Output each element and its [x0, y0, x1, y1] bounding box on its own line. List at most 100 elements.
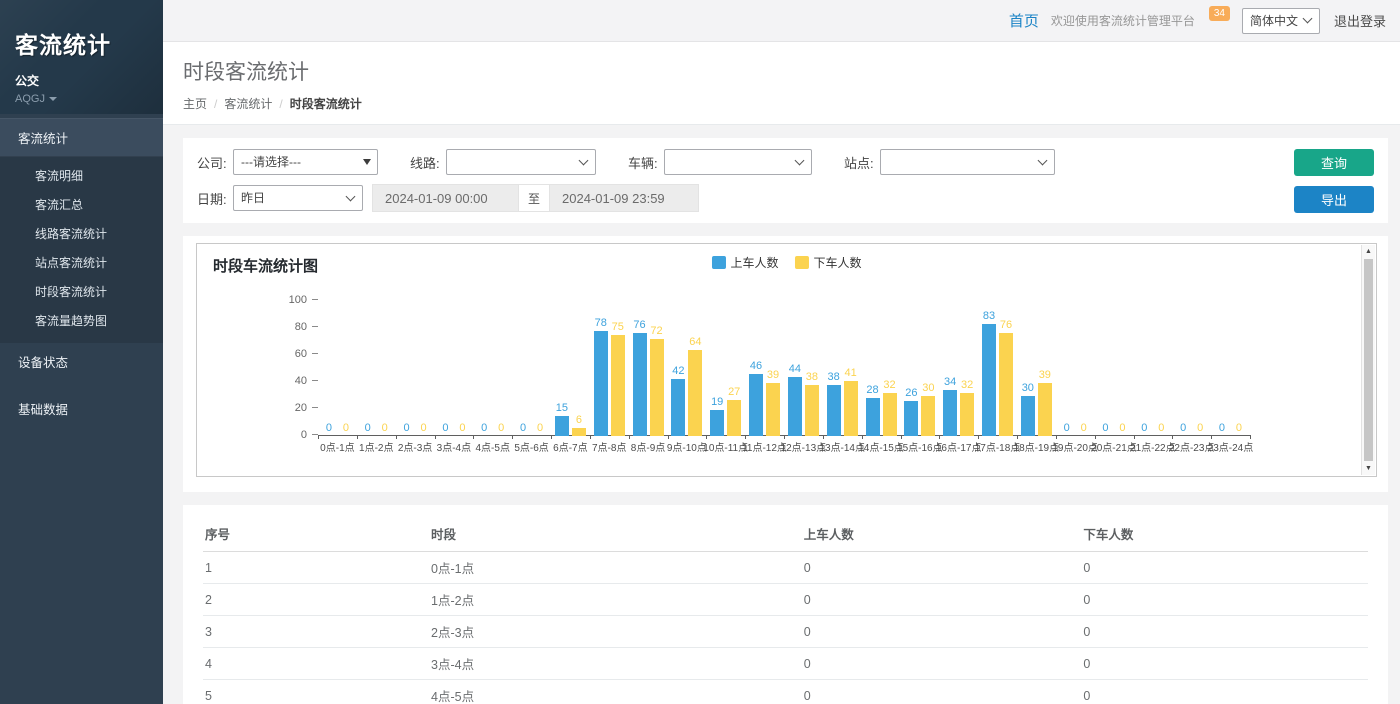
sidebar-item-flow-detail[interactable]: 客流明细	[0, 161, 163, 190]
bar-group: 0019点-20点	[1056, 301, 1095, 436]
filter-row-1: 公司: ---请选择--- 线路: 车辆:	[197, 149, 1374, 175]
scroll-up-arrow[interactable]: ▲	[1362, 245, 1375, 258]
chart-plot: 000点-1点001点-2点002点-3点003点-4点004点-5点005点-…	[318, 301, 1250, 436]
scroll-down-arrow[interactable]: ▼	[1362, 462, 1375, 475]
x-axis-tick	[668, 435, 669, 439]
x-axis-tick	[1017, 435, 1018, 439]
bar-value-label: 6	[576, 414, 582, 426]
bar-boarding	[671, 379, 685, 436]
date-preset-select[interactable]: 昨日	[233, 185, 363, 211]
vehicle-group	[664, 149, 812, 175]
scrollbar-thumb[interactable]	[1364, 259, 1373, 461]
sidebar-item-line-flow-stats[interactable]: 线路客流统计	[0, 219, 163, 248]
x-axis-tick	[784, 435, 785, 439]
date-to-input[interactable]	[549, 184, 699, 212]
bar-value-label: 32	[883, 379, 895, 391]
y-axis-tick-label: 60	[295, 349, 307, 359]
org-code-dropdown[interactable]: AQGJ	[15, 93, 163, 105]
home-link[interactable]: 首页	[1009, 10, 1039, 31]
breadcrumb-home[interactable]: 主页	[183, 95, 207, 112]
bar-value-label: 0	[343, 422, 349, 434]
bar-column: 39	[1038, 369, 1052, 436]
bar-value-label: 0	[1158, 422, 1164, 434]
bars-container: 000点-1点001点-2点002点-3点003点-4点004点-5点005点-…	[318, 301, 1250, 436]
bar-alighting	[999, 333, 1013, 436]
bar-column: 83	[982, 310, 996, 436]
bar-value-label: 15	[556, 402, 568, 414]
bar-group: 0021点-22点	[1133, 301, 1172, 436]
x-axis-tick	[1056, 435, 1057, 439]
y-axis-tick-label: 100	[289, 295, 307, 305]
cell: 0	[802, 616, 1082, 648]
bar-value-label: 32	[961, 379, 973, 391]
vehicle-select[interactable]	[664, 149, 812, 175]
sidebar-item-flow-trend-chart[interactable]: 客流量趋势图	[0, 306, 163, 335]
x-axis-tick	[862, 435, 863, 439]
breadcrumb: 主页 / 客流统计 / 时段客流统计	[183, 95, 1380, 112]
station-select[interactable]	[880, 149, 1055, 175]
bar-column: 0	[1115, 422, 1129, 436]
station-label: 站点:	[844, 153, 880, 172]
bar-group: 0020点-21点	[1095, 301, 1134, 436]
bar-value-label: 0	[1119, 422, 1125, 434]
table-row: 32点-3点00	[203, 616, 1368, 648]
bar-group: 005点-6点	[512, 301, 551, 436]
x-axis-tick	[551, 435, 552, 439]
bar-value-label: 0	[1180, 422, 1186, 434]
content: 公司: ---请选择--- 线路: 车辆:	[163, 125, 1400, 704]
bar-boarding	[633, 333, 647, 436]
bar-value-label: 30	[922, 382, 934, 394]
bar-boarding	[1021, 396, 1035, 437]
bar-column: 39	[766, 369, 780, 436]
date-from-input[interactable]	[372, 184, 519, 212]
legend-item-alighting[interactable]: 下车人数	[795, 254, 862, 271]
sidebar-section-device-status[interactable]: 设备状态	[0, 343, 163, 380]
bar-value-label: 27	[728, 386, 740, 398]
legend-item-boarding[interactable]: 上车人数	[711, 254, 778, 271]
bar-value-label: 75	[612, 321, 624, 333]
bar-column: 44	[788, 363, 802, 436]
bar-value-label: 0	[421, 422, 427, 434]
legend-label: 上车人数	[730, 254, 778, 271]
sidebar-item-station-flow-stats[interactable]: 站点客流统计	[0, 248, 163, 277]
query-button[interactable]: 查询	[1294, 149, 1374, 176]
x-axis-tick	[1172, 435, 1173, 439]
y-axis-tick	[312, 407, 318, 408]
chart-scrollbar[interactable]: ▲ ▼	[1361, 245, 1375, 475]
cell: 0	[802, 648, 1082, 680]
x-axis-tick	[357, 435, 358, 439]
filter-panel: 公司: ---请选择--- 线路: 车辆:	[183, 138, 1388, 223]
date-preset-group: 昨日	[233, 185, 363, 211]
cell: 0	[1081, 680, 1368, 704]
bar-column: 0	[1154, 422, 1168, 436]
cell: 4	[203, 648, 429, 680]
bar-column: 42	[671, 365, 685, 436]
export-button[interactable]: 导出	[1294, 186, 1374, 213]
cell: 2点-3点	[429, 616, 802, 648]
logout-link[interactable]: 退出登录	[1334, 11, 1386, 30]
table-header-row: 序号时段上车人数下车人数	[203, 515, 1368, 552]
breadcrumb-parent[interactable]: 客流统计	[224, 95, 272, 112]
bar-column: 30	[1021, 382, 1035, 437]
sidebar-item-flow-summary[interactable]: 客流汇总	[0, 190, 163, 219]
bar-column: 0	[1232, 422, 1246, 436]
app-root: 客流统计 公交 AQGJ 客流统计客流明细客流汇总线路客流统计站点客流统计时段客…	[0, 0, 1400, 704]
sidebar-section-passenger-flow-stats[interactable]: 客流统计	[0, 118, 163, 157]
bar-value-label: 76	[633, 319, 645, 331]
line-select[interactable]	[446, 149, 596, 175]
y-axis-tick-label: 40	[295, 376, 307, 386]
language-select[interactable]: 简体中文	[1242, 8, 1320, 34]
x-axis-tick	[318, 435, 319, 439]
bar-column: 27	[727, 386, 741, 436]
x-axis-tick	[473, 435, 474, 439]
column-header: 下车人数	[1081, 515, 1368, 552]
bar-alighting	[844, 381, 858, 436]
date-range-group: 至	[372, 184, 699, 212]
bar-boarding	[943, 390, 957, 436]
company-select[interactable]: ---请选择---	[233, 149, 378, 175]
sidebar-item-time-flow-stats[interactable]: 时段客流统计	[0, 277, 163, 306]
chart-box: 时段车流统计图 上车人数下车人数 000点-1点001点-2点002点-3点00…	[196, 243, 1377, 477]
bar-column: 30	[921, 382, 935, 437]
bar-column: 78	[594, 317, 608, 436]
sidebar-section-base-data[interactable]: 基础数据	[0, 390, 163, 427]
